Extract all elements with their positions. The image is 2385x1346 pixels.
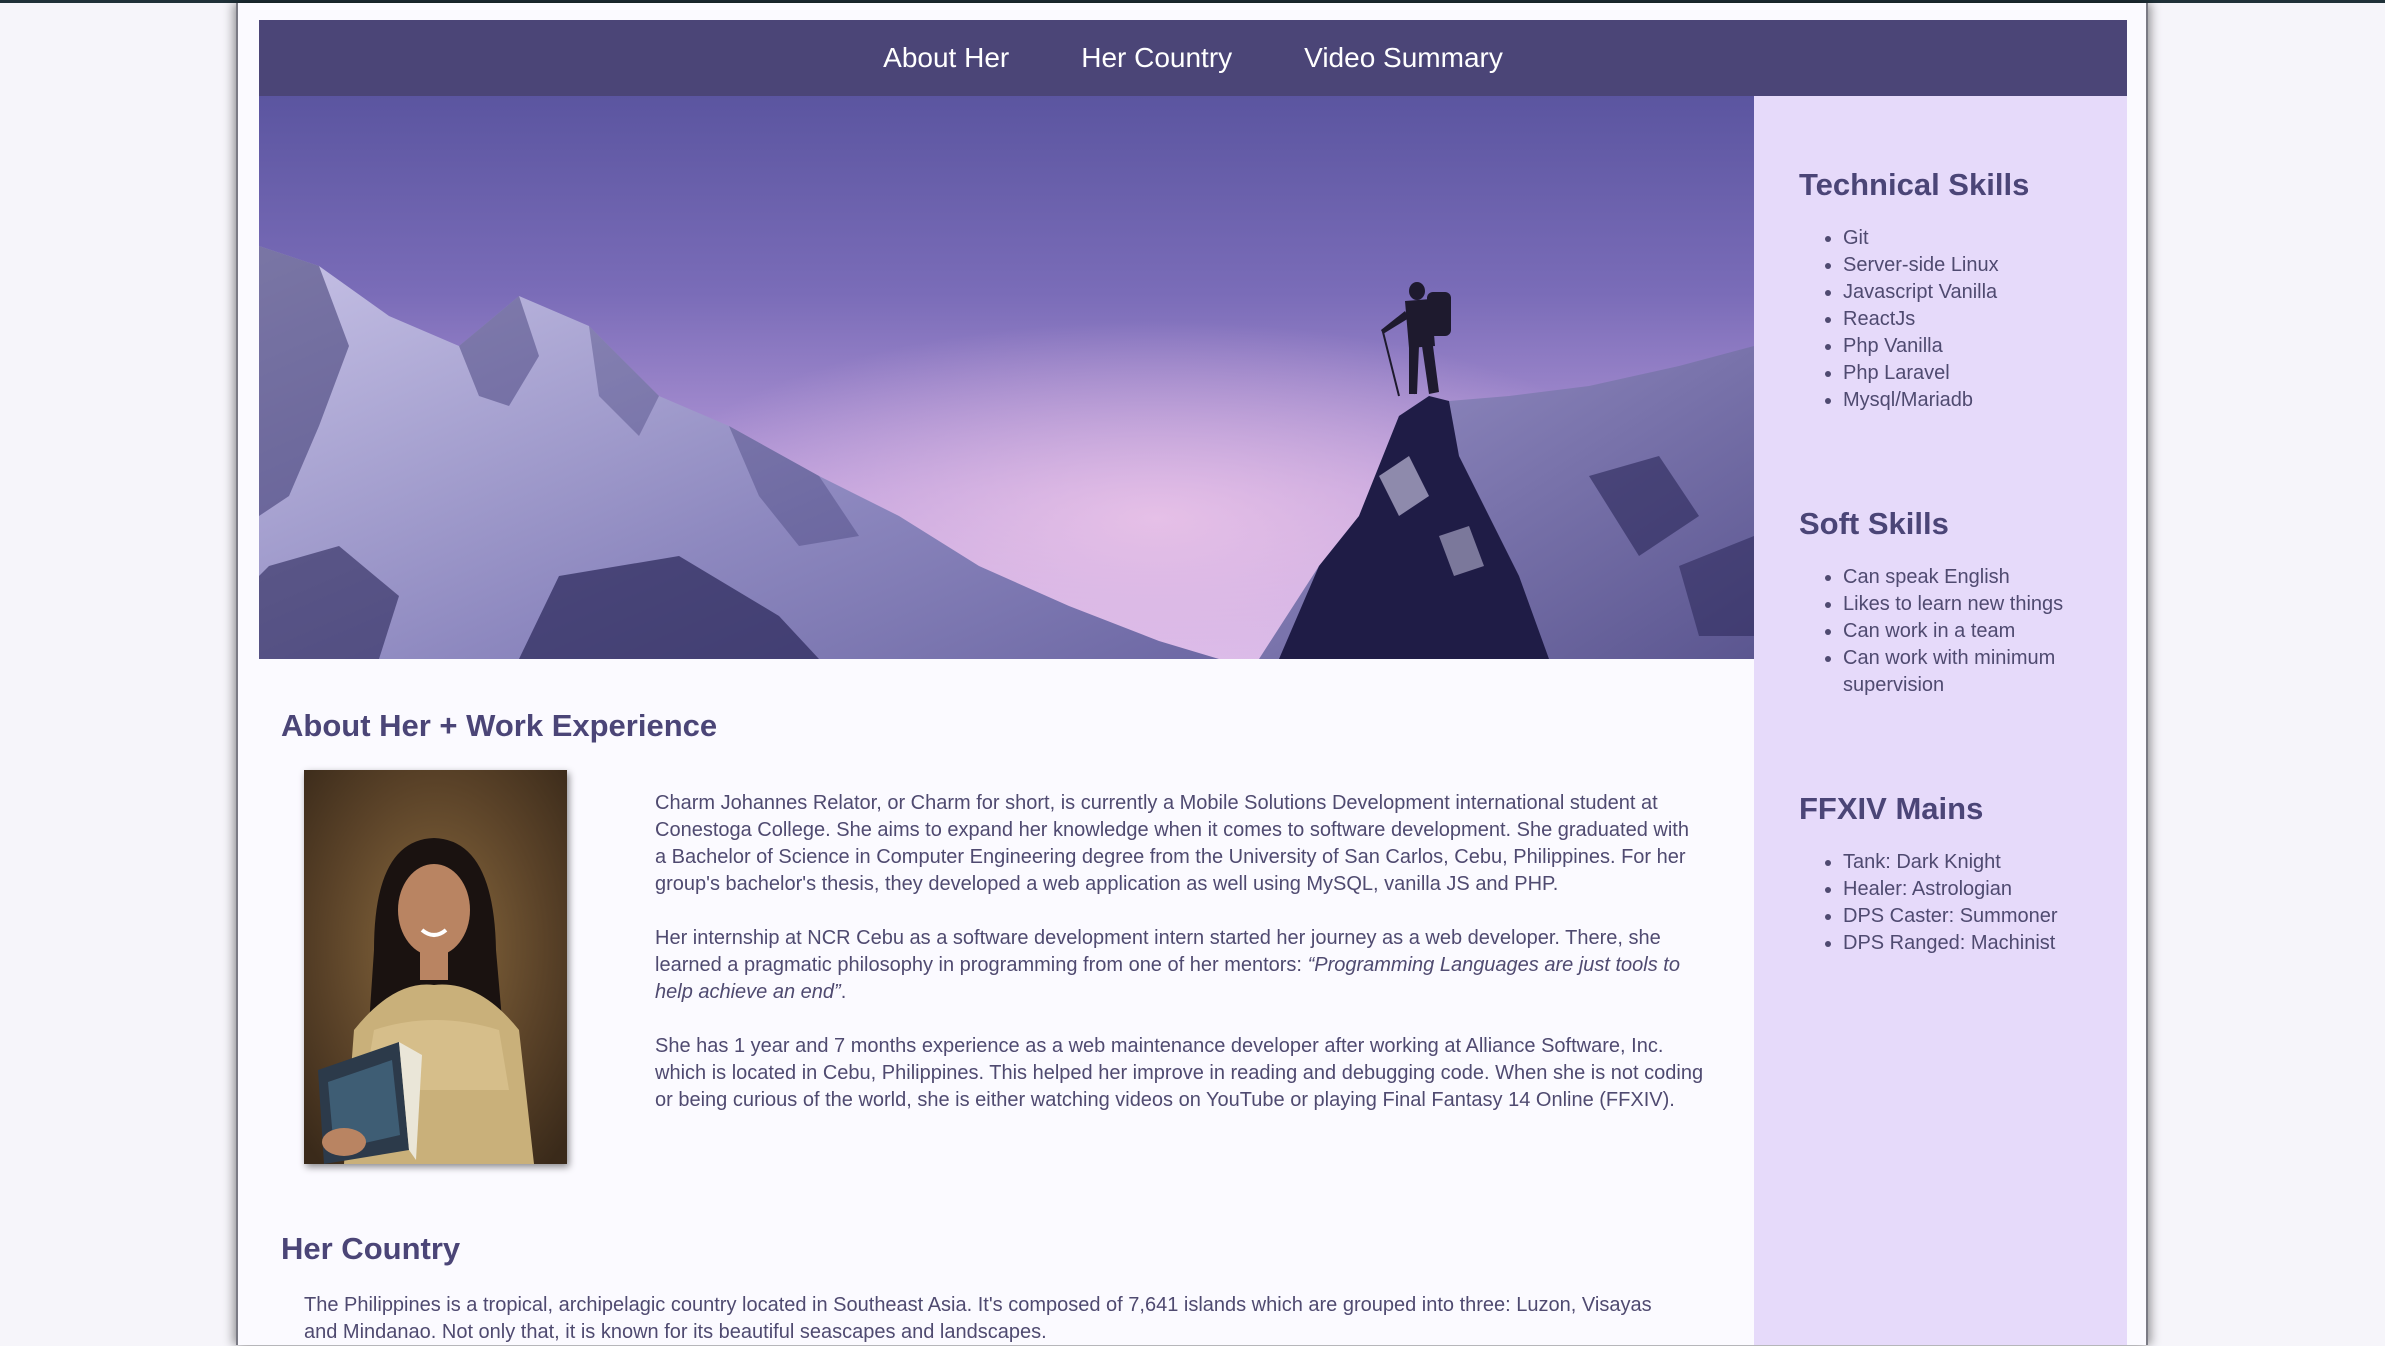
nav-link-video-summary[interactable]: Video Summary: [1304, 44, 1503, 72]
nav-link-about-her[interactable]: About Her: [883, 44, 1009, 72]
skills-sidebar: Technical Skills Git Server-side Linux J…: [1754, 96, 2127, 1345]
list-item: Healer: Astrologian: [1843, 876, 2119, 903]
list-item: Mysql/Mariadb: [1843, 387, 2119, 414]
soft-skills-section: Soft Skills Can speak English Likes to l…: [1799, 508, 2119, 699]
list-item: Can work in a team: [1843, 618, 2119, 645]
list-item: Php Vanilla: [1843, 333, 2119, 360]
about-paragraph-2: Her internship at NCR Cebu as a software…: [655, 925, 1705, 1006]
soft-skills-heading: Soft Skills: [1799, 506, 1949, 541]
list-item: DPS Caster: Summoner: [1843, 903, 2119, 930]
hero-mountain-image: [259, 96, 1754, 659]
about-heading: About Her + Work Experience: [281, 708, 718, 743]
list-item: Can speak English: [1843, 564, 2119, 591]
about-paragraph-2-tail: .: [840, 981, 847, 1003]
country-heading: Her Country: [281, 1231, 461, 1266]
list-item: Javascript Vanilla: [1843, 279, 2119, 306]
about-paragraphs: Charm Johannes Relator, or Charm for sho…: [655, 790, 1705, 1141]
ffxiv-mains-section: FFXIV Mains Tank: Dark Knight Healer: As…: [1799, 793, 2119, 957]
about-paragraph-3: She has 1 year and 7 months experience a…: [655, 1035, 1704, 1111]
list-item: Can work with minimum supervision: [1843, 645, 2119, 699]
list-item: Likes to learn new things: [1843, 591, 2119, 618]
list-item: Server-side Linux: [1843, 252, 2119, 279]
list-item: Php Laravel: [1843, 360, 2119, 387]
ffxiv-mains-heading: FFXIV Mains: [1799, 791, 1984, 826]
technical-skills-section: Technical Skills Git Server-side Linux J…: [1799, 169, 2119, 414]
list-item: Git: [1843, 225, 2119, 252]
nav-link-her-country[interactable]: Her Country: [1081, 44, 1232, 72]
country-paragraph: The Philippines is a tropical, archipela…: [304, 1294, 1652, 1343]
list-item: Tank: Dark Knight: [1843, 849, 2119, 876]
list-item: DPS Ranged: Machinist: [1843, 930, 2119, 957]
ffxiv-mains-list: Tank: Dark Knight Healer: Astrologian DP…: [1799, 849, 2119, 957]
soft-skills-list: Can speak English Likes to learn new thi…: [1799, 564, 2119, 699]
portrait-photo: [304, 770, 567, 1164]
technical-skills-list: Git Server-side Linux Javascript Vanilla…: [1799, 225, 2119, 414]
list-item: ReactJs: [1843, 306, 2119, 333]
top-navigation: About Her Her Country Video Summary: [259, 20, 2127, 96]
about-paragraph-1: Charm Johannes Relator, or Charm for sho…: [655, 792, 1689, 895]
technical-skills-heading: Technical Skills: [1799, 167, 2030, 202]
